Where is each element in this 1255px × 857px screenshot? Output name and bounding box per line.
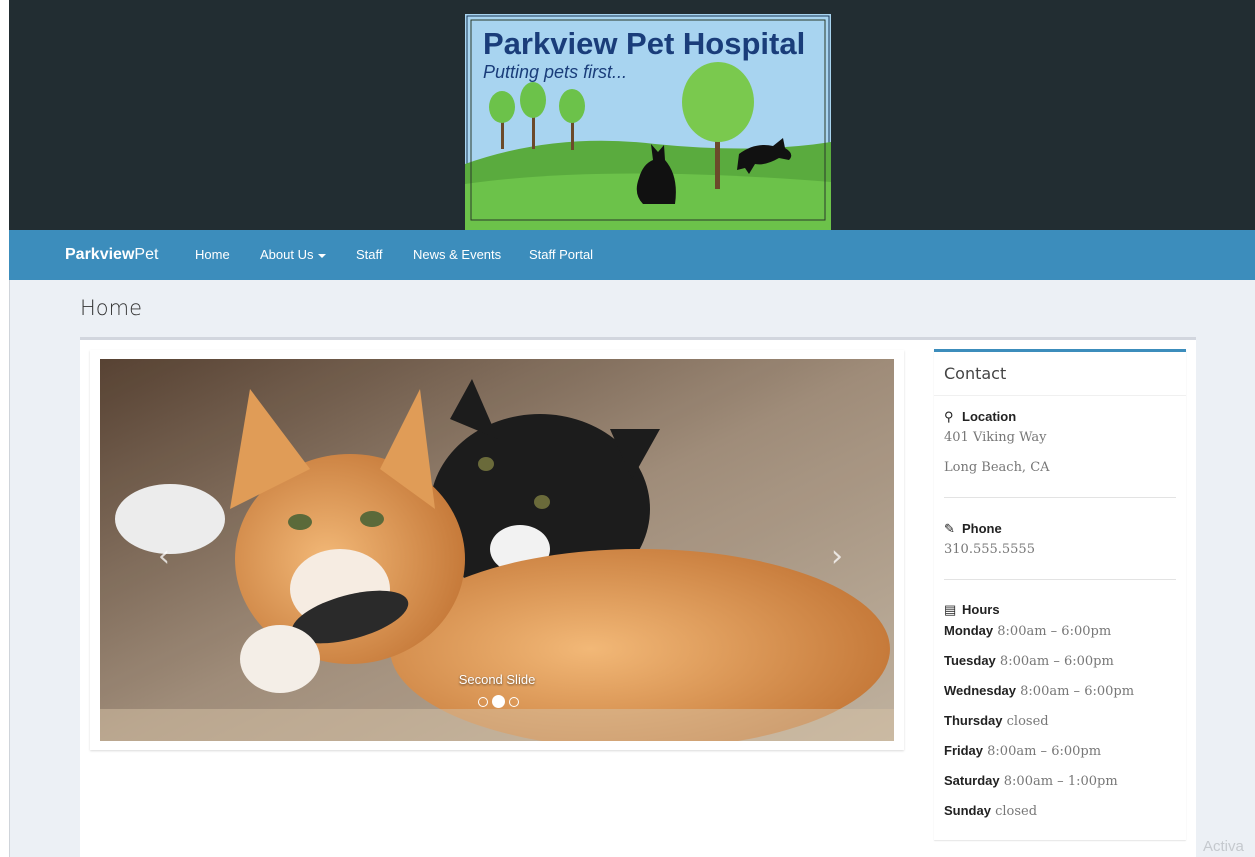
- nav-home[interactable]: Home: [195, 247, 230, 262]
- pencil-icon: ✎: [944, 521, 955, 536]
- logo-title: Parkview Pet Hospital: [483, 26, 805, 61]
- section-divider: [944, 497, 1176, 498]
- location-line-1: 401 Viking Way: [944, 430, 1047, 445]
- map-marker-icon: ⚲: [944, 409, 954, 424]
- hours-row: Sunday closed: [944, 803, 1038, 819]
- carousel-caption: Second Slide: [458, 672, 536, 687]
- carousel-indicator-1[interactable]: [478, 696, 488, 707]
- hours-row: Friday 8:00am – 6:00pm: [944, 743, 1102, 759]
- document-icon: ▤: [944, 602, 957, 617]
- location-line-2: Long Beach, CA: [944, 460, 1050, 475]
- kittens-carousel[interactable]: ‹ › Second Slide: [100, 359, 894, 741]
- hours-row: Monday 8:00am – 6:00pm: [944, 623, 1112, 639]
- nav-about-us[interactable]: About Us: [260, 247, 327, 262]
- hours-row: Saturday 8:00am – 1:00pm: [944, 773, 1118, 789]
- nav-staff-portal[interactable]: Staff Portal: [529, 247, 593, 262]
- contact-title: Contact: [944, 364, 1007, 383]
- phone-number: 310.555.5555: [944, 542, 1035, 557]
- carousel-next[interactable]: ›: [831, 539, 843, 574]
- hours-heading: ▤ Hours: [944, 602, 1000, 617]
- page-title: Home: [80, 296, 143, 320]
- hours-row: Wednesday 8:00am – 6:00pm: [944, 683, 1135, 699]
- carousel-card: ‹ › Second Slide: [90, 350, 904, 750]
- hours-row: Tuesday 8:00am – 6:00pm: [944, 653, 1114, 669]
- carousel-indicators: [476, 693, 521, 709]
- carousel-indicator-3[interactable]: [509, 696, 519, 707]
- phone-heading: ✎ Phone: [944, 521, 1002, 536]
- section-divider: [944, 579, 1176, 580]
- chevron-left-icon: ‹: [158, 539, 170, 574]
- location-heading: ⚲ Location: [944, 409, 1017, 424]
- chevron-right-icon: ›: [831, 539, 843, 574]
- site-header: Parkview Pet Hospital Putting pets first…: [9, 0, 1255, 230]
- activation-watermark: Activa: [1203, 838, 1244, 855]
- caret-down-icon: [318, 253, 327, 258]
- navbar-brand[interactable]: ParkviewPet: [65, 246, 158, 264]
- nav-news-events[interactable]: News & Events: [413, 247, 501, 262]
- contact-header-divider: [934, 395, 1186, 396]
- logo-tagline: Putting pets first...: [483, 62, 627, 82]
- main-navbar: ParkviewPet Home About Us Staff News & E…: [9, 230, 1255, 280]
- nav-staff[interactable]: Staff: [356, 247, 383, 262]
- hours-row: Thursday closed: [944, 713, 1049, 729]
- carousel-prev[interactable]: ‹: [158, 539, 170, 574]
- parkview-logo[interactable]: Parkview Pet Hospital Putting pets first…: [465, 14, 831, 230]
- contact-panel: Contact ⚲ Location 401 Viking Way Long Be…: [934, 349, 1186, 840]
